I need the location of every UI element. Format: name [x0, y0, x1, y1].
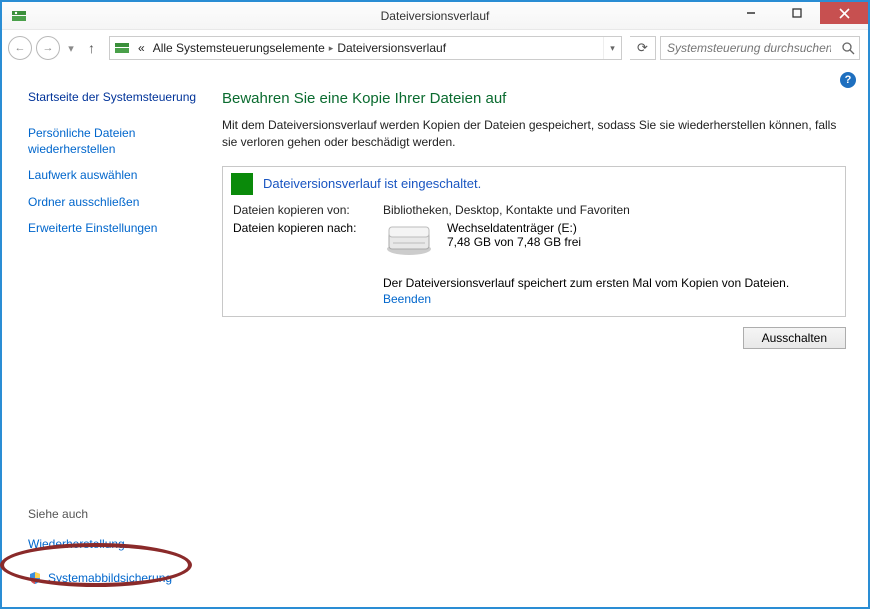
status-indicator-icon [231, 173, 253, 195]
sidebar-link-restore[interactable]: Persönliche Dateien wiederherstellen [28, 125, 202, 157]
search-box[interactable] [660, 36, 860, 60]
sidebar-link-exclude[interactable]: Ordner ausschließen [28, 194, 202, 210]
copy-from-label: Dateien kopieren von: [233, 203, 383, 217]
breadcrumb-seg-1[interactable]: Alle Systemsteuerungselemente [149, 41, 329, 55]
sidebar: Startseite der Systemsteuerung Persönlic… [4, 70, 212, 605]
history-dropdown[interactable]: ▾ [64, 36, 78, 60]
refresh-button[interactable]: ⟳ [630, 36, 656, 60]
sidebar-link-select-drive[interactable]: Laufwerk auswählen [28, 167, 202, 183]
forward-button[interactable]: → [36, 36, 60, 60]
maximize-button[interactable] [774, 2, 820, 24]
see-also-system-image[interactable]: Systemabbildsicherung [48, 570, 172, 586]
address-icon [110, 40, 134, 56]
stop-link[interactable]: Beenden [383, 292, 431, 306]
nav-toolbar: ← → ▾ ↑ « Alle Systemsteuerungselemente … [2, 30, 868, 66]
address-bar[interactable]: « Alle Systemsteuerungselemente ▸ Dateiv… [109, 36, 622, 60]
control-panel-home-link[interactable]: Startseite der Systemsteuerung [28, 90, 202, 104]
status-label: Dateiversionsverlauf ist eingeschaltet. [263, 176, 481, 191]
shield-icon [28, 571, 42, 585]
page-description: Mit dem Dateiversionsverlauf werden Kopi… [222, 117, 846, 152]
back-button[interactable]: ← [8, 36, 32, 60]
app-icon [8, 5, 30, 27]
search-icon[interactable] [837, 42, 859, 55]
window-title: Dateiversionsverlauf [381, 9, 490, 23]
activity-status: Der Dateiversionsverlauf speichert zum e… [223, 268, 845, 292]
status-panel: Dateiversionsverlauf ist eingeschaltet. … [222, 166, 846, 317]
address-dropdown-icon[interactable]: ▾ [603, 37, 621, 59]
toggle-button[interactable]: Ausschalten [743, 327, 846, 349]
breadcrumb-seg-2[interactable]: Dateiversionsverlauf [333, 41, 450, 55]
close-button[interactable] [820, 2, 868, 24]
sidebar-link-advanced[interactable]: Erweiterte Einstellungen [28, 220, 202, 236]
search-input[interactable] [661, 41, 837, 55]
copy-to-label: Dateien kopieren nach: [233, 221, 383, 235]
see-also-recovery[interactable]: Wiederherstellung [28, 536, 125, 552]
drive-icon [383, 221, 435, 260]
up-button[interactable]: ↑ [82, 40, 101, 56]
copy-from-value: Bibliotheken, Desktop, Kontakte und Favo… [383, 203, 835, 217]
minimize-button[interactable] [728, 2, 774, 24]
title-bar: Dateiversionsverlauf [2, 2, 868, 30]
main-content: Bewahren Sie eine Kopie Ihrer Dateien au… [212, 70, 866, 605]
see-also-header: Siehe auch [28, 507, 202, 521]
page-heading: Bewahren Sie eine Kopie Ihrer Dateien au… [222, 90, 846, 107]
breadcrumb-prefix: « [134, 41, 149, 55]
drive-space: 7,48 GB von 7,48 GB frei [447, 235, 581, 249]
drive-name: Wechseldatenträger (E:) [447, 221, 581, 235]
